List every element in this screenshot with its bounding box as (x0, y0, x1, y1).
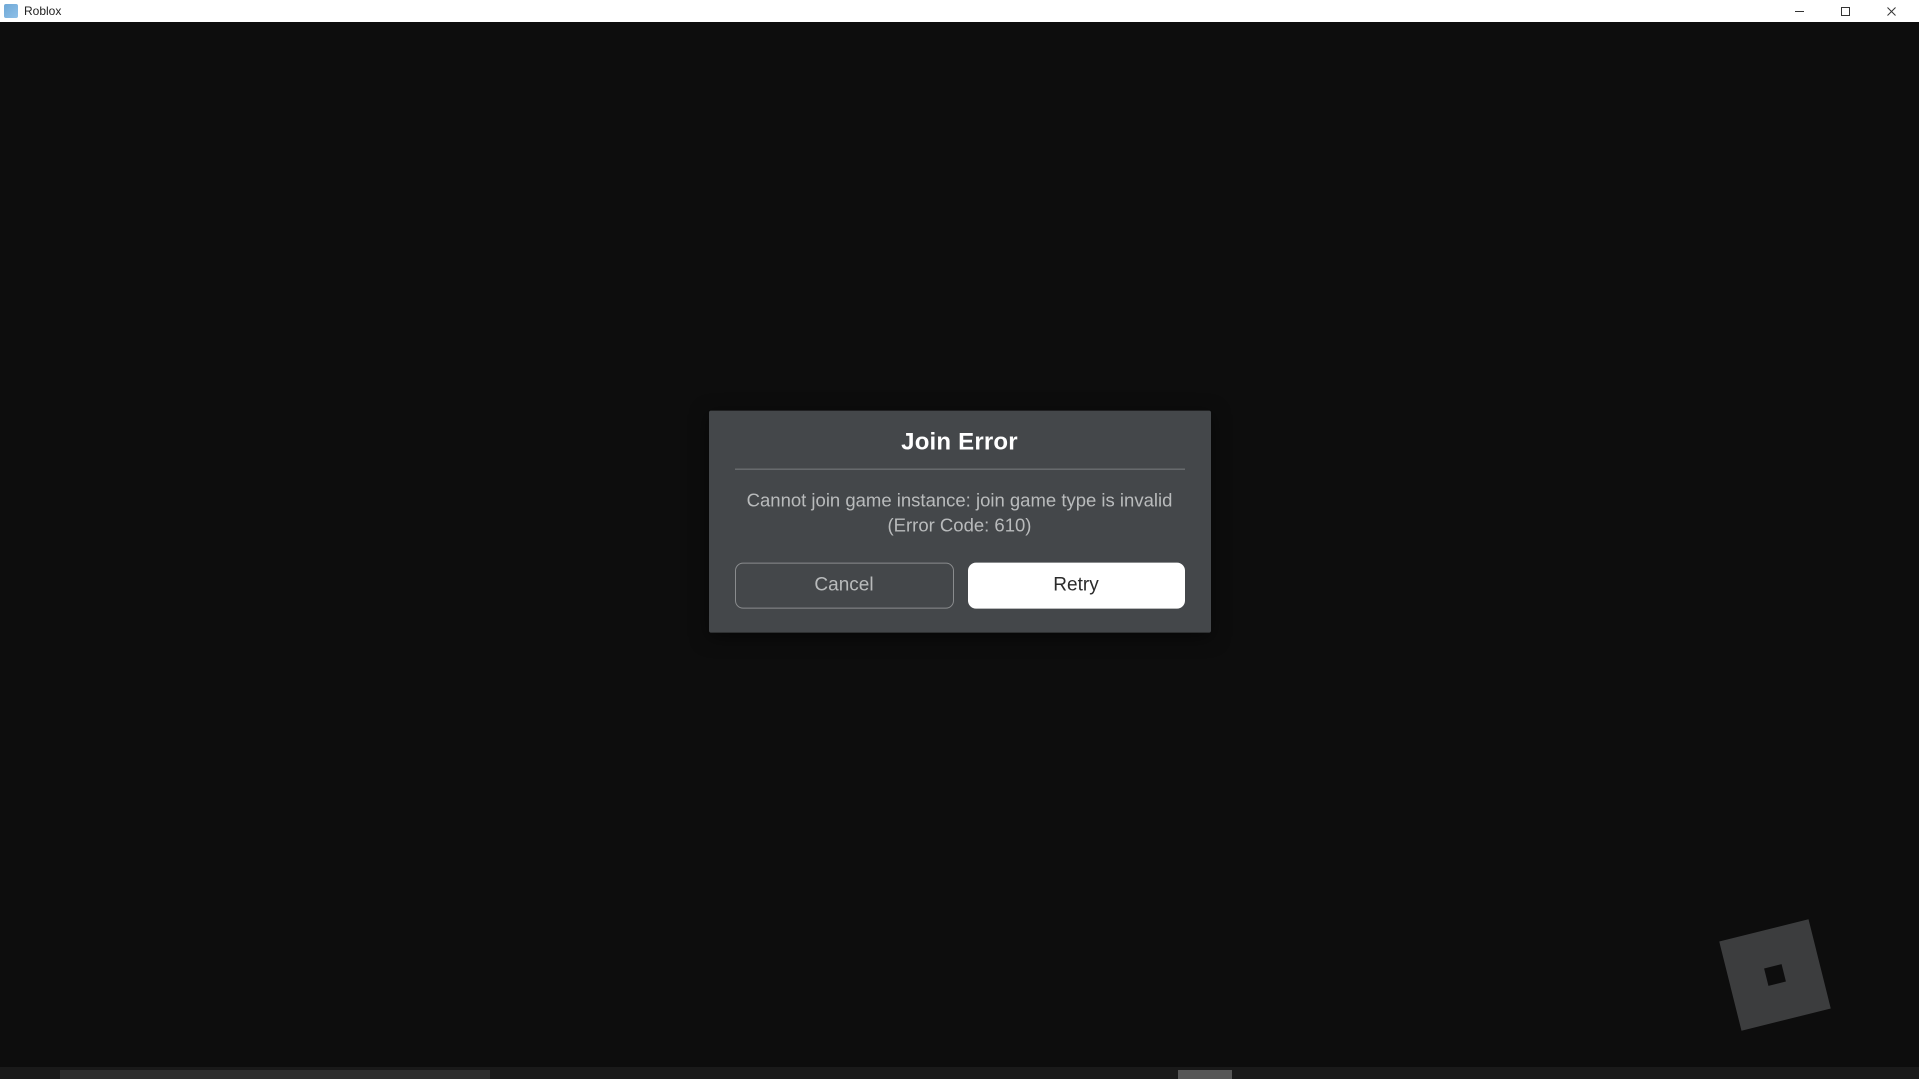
window-controls (1785, 2, 1915, 20)
minimize-button[interactable] (1785, 2, 1813, 20)
roblox-logo-icon (1719, 919, 1831, 1031)
error-dialog: Join Error Cannot join game instance: jo… (709, 410, 1211, 633)
close-button[interactable] (1877, 2, 1905, 20)
maximize-icon (1840, 6, 1851, 17)
dialog-divider (735, 468, 1185, 469)
bottom-strip-segment (60, 1070, 490, 1079)
titlebar-left-group: Roblox (4, 4, 61, 18)
dialog-message-line1: Cannot join game instance: join game typ… (747, 489, 1173, 510)
window-title: Roblox (24, 4, 61, 18)
minimize-icon (1794, 6, 1805, 17)
app-icon (4, 4, 18, 18)
dialog-message: Cannot join game instance: join game typ… (735, 487, 1185, 539)
retry-button[interactable]: Retry (968, 563, 1185, 609)
maximize-button[interactable] (1831, 2, 1859, 20)
bottom-strip (0, 1067, 1919, 1079)
roblox-logo-inner (1764, 964, 1786, 986)
window-titlebar: Roblox (0, 0, 1919, 22)
app-viewport: Join Error Cannot join game instance: jo… (0, 22, 1919, 1079)
cancel-button[interactable]: Cancel (735, 563, 954, 609)
dialog-button-row: Cancel Retry (735, 563, 1185, 609)
close-icon (1886, 6, 1897, 17)
dialog-message-line2: (Error Code: 610) (735, 513, 1185, 539)
bottom-strip-segment (1178, 1070, 1232, 1079)
dialog-title: Join Error (735, 428, 1185, 468)
